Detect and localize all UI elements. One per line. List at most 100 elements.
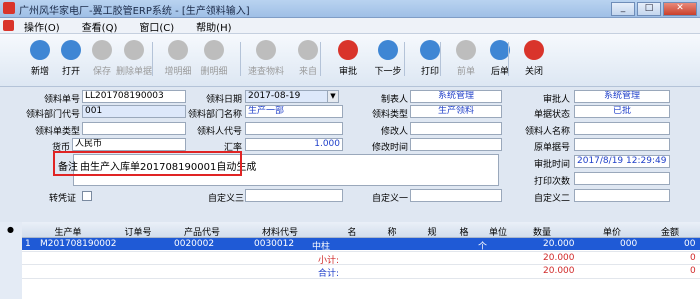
custom1-field[interactable] [410,189,502,202]
dept-code-field[interactable]: 001 [82,105,186,118]
toolbar-button-12[interactable]: 后单 [482,38,518,82]
modifier-label: 修改人 [380,127,408,137]
cell-amount[interactable]: 00 [684,239,695,249]
type-field[interactable]: 生产领料 [410,105,502,118]
next-record-icon [490,40,510,60]
date-field[interactable]: 2017-08-19 [245,90,329,103]
subtotal-qty: 20.000 [543,253,575,263]
custom2-field[interactable] [574,189,670,202]
col-spec-1[interactable]: 规 [422,225,442,238]
menu-window[interactable]: 窗口(C) [137,19,176,34]
col-name-2[interactable]: 称 [382,225,402,238]
add-detail-icon [168,40,188,60]
minimize-button[interactable]: _ [611,2,635,16]
toolbar-separator [152,42,153,76]
person-name-field[interactable] [574,122,670,135]
original-no-field [574,138,670,151]
total-qty: 20.000 [543,266,575,276]
toolbar-label: 前单 [456,67,475,77]
toolbar-separator [240,42,241,76]
modify-time-field [410,138,502,151]
col-unit[interactable]: 单位 [480,225,516,238]
col-material[interactable]: 材料代号 [250,225,310,238]
col-spec-2[interactable]: 格 [454,225,474,238]
toolbar-button-4[interactable]: 增明细 [160,38,196,82]
toolbar-separator [440,42,441,76]
status-field: 已批 [574,105,670,118]
cell-production[interactable]: M201708190002 [40,239,116,249]
rate-field[interactable]: 1.000 [245,138,343,151]
toolbar-button-5[interactable]: 删明细 [196,38,232,82]
order-no-field[interactable]: LL201708190003 [82,90,186,103]
toolbar-button-6[interactable]: 速查物料 [248,38,284,82]
cut-detail-icon [204,40,224,60]
person-name-label: 领料人名称 [524,127,570,137]
toolbar-button-9[interactable]: 下一步 [370,38,406,82]
toolbar-button-11[interactable]: 前单 [448,38,484,82]
menu-operation[interactable]: 操作(O) [22,19,62,34]
dept-name-field: 生产一部 [245,105,343,118]
row-indicator-strip: ● [0,222,23,299]
col-order[interactable]: 订单号 [118,225,158,238]
col-amount[interactable]: 金额 [650,225,690,238]
cell-price[interactable]: 000 [620,239,637,249]
toolbar-label: 删除单据 [116,67,153,77]
from-icon [298,40,318,60]
date-label: 领料日期 [205,95,242,105]
voucher-label: 转凭证 [48,194,76,204]
system-menu-icon[interactable] [3,20,14,31]
close-window-button[interactable]: ✕ [663,2,697,16]
approver-label: 审批人 [542,95,570,105]
order-no-label: 领料单号 [43,95,80,105]
toolbar-label: 增明细 [164,67,192,77]
toolbar-separator [320,42,321,76]
toolbar-button-2[interactable]: 保存 [84,38,120,82]
approve-time-label: 审批时间 [533,160,570,170]
approve-icon [338,40,358,60]
toolbar-button-3[interactable]: 删除单据 [116,38,152,82]
maker-field: 系统管理 [410,90,502,103]
grid-line [22,264,700,265]
toolbar-button-8[interactable]: 审批 [330,38,366,82]
col-price[interactable]: 单价 [592,225,632,238]
approve-time-field: 2017/8/19 12:29:49 [574,155,670,168]
currency-field[interactable]: 人民币 [72,138,186,151]
grid-line [22,278,700,279]
toolbar-label: 审批 [338,67,357,77]
menu-view[interactable]: 查看(Q) [80,19,120,34]
toolbar-separator [508,42,509,76]
detail-grid[interactable]: 生产单 订单号 产品代号 材料代号 名 称 规 格 单位 数量 单价 金额 1 … [22,222,700,299]
col-product[interactable]: 产品代号 [172,225,232,238]
col-production[interactable]: 生产单 [38,225,98,238]
status-label: 单据状态 [533,110,570,120]
person-code-label: 领料人代号 [196,127,242,137]
grid-line [22,251,700,252]
toolbar-label: 后单 [490,67,509,77]
col-name-1[interactable]: 名 [342,225,362,238]
delete-icon [124,40,144,60]
menu-help[interactable]: 帮助(H) [194,19,233,34]
custom1-label: 自定义一 [371,194,408,204]
maximize-button[interactable]: □ [637,2,661,16]
type-label: 领料类型 [371,110,408,120]
modify-time-label: 修改时间 [371,143,408,153]
voucher-checkbox[interactable] [82,191,92,201]
col-qty[interactable]: 数量 [522,225,562,238]
table-row[interactable]: 1 M201708190002 0020002 0030012 中柱 个 20.… [22,238,700,252]
toolbar-label: 删明细 [200,67,228,77]
modifier-field [410,122,502,135]
category-field[interactable] [82,122,186,135]
category-label: 领料单类型 [34,127,80,137]
cell-qty[interactable]: 20.000 [543,239,575,249]
dept-name-label: 领料部门名称 [187,110,242,120]
toolbar-button-10[interactable]: 打印 [412,38,448,82]
dept-code-label: 领料部门代号 [25,110,80,120]
cell-material[interactable]: 0030012 [254,239,294,249]
search-material-icon [256,40,276,60]
custom3-field[interactable] [245,189,343,202]
person-code-field[interactable] [245,122,343,135]
date-dropdown-icon[interactable]: ▼ [327,90,339,103]
toolbar-button-13[interactable]: 关闭 [516,38,552,82]
cell-product[interactable]: 0020002 [174,239,214,249]
maker-label: 制表人 [380,95,408,105]
